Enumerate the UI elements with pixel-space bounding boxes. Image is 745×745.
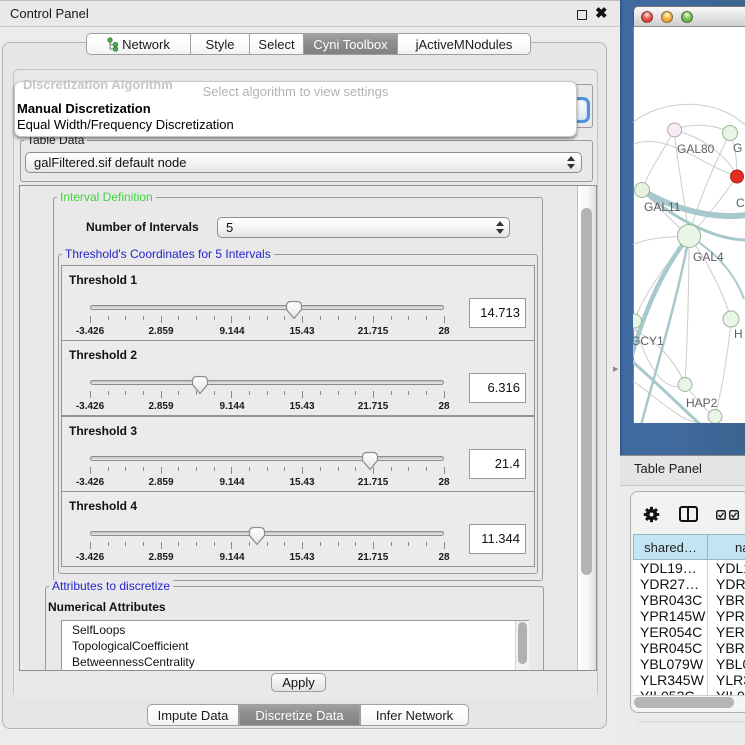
svg-text:C: C	[736, 196, 745, 210]
svg-text:G: G	[733, 141, 742, 155]
svg-text:GCY1: GCY1	[633, 334, 664, 348]
svg-text:GAL80: GAL80	[677, 142, 715, 156]
svg-text:GAL11: GAL11	[644, 200, 681, 214]
svg-text:GAL4: GAL4	[693, 250, 724, 264]
svg-text:H: H	[734, 327, 743, 341]
svg-text:HAP2: HAP2	[686, 396, 718, 410]
